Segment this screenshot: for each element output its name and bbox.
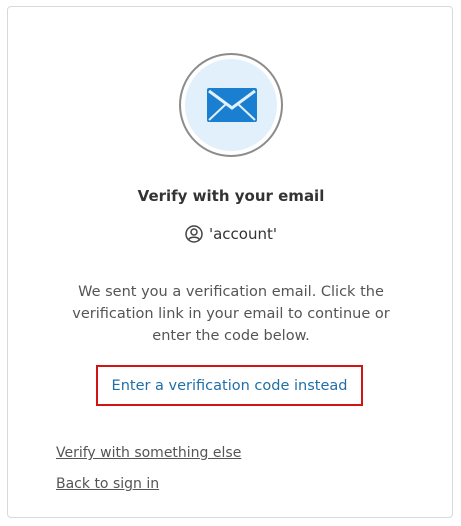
account-identifier: 'account' [8, 225, 454, 243]
verify-email-card: Verify with your email 'account' We sent… [7, 6, 453, 518]
envelope-badge [179, 53, 283, 157]
verify-something-else-link[interactable]: Verify with something else [56, 445, 241, 461]
back-to-sign-in-link[interactable]: Back to sign in [56, 476, 159, 492]
account-name: 'account' [208, 225, 277, 243]
verification-message: We sent you a verification email. Click … [72, 284, 390, 344]
page-title: Verify with your email [137, 187, 325, 205]
user-circle-icon [185, 225, 203, 243]
envelope-badge-fill [185, 59, 277, 151]
envelope-icon [207, 88, 257, 122]
enter-code-link[interactable]: Enter a verification code instead [96, 365, 363, 406]
